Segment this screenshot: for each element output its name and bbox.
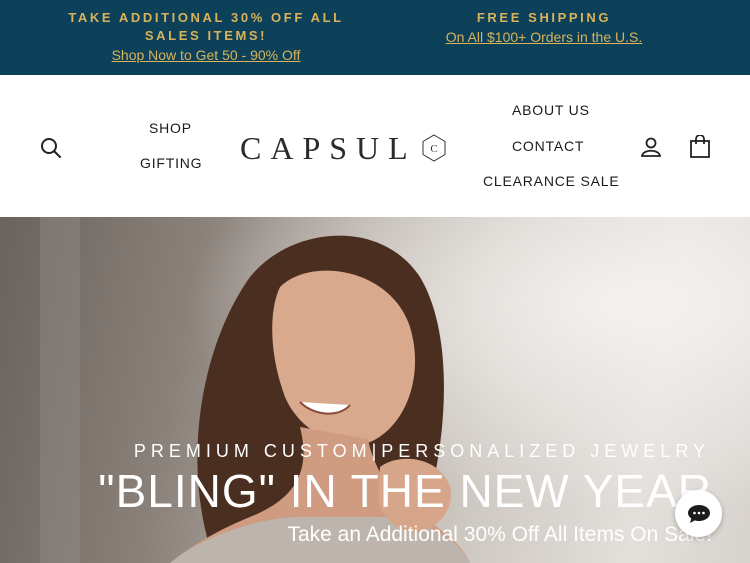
hero-title: "BLING" IN THE NEW YEAR — [98, 465, 712, 517]
sale-promo-headline: TAKE ADDITIONAL 30% OFF ALL SALES ITEMS! — [68, 10, 344, 43]
sale-promo-link[interactable]: Shop Now to Get 50 - 90% Off — [112, 46, 301, 64]
chat-bubble-icon — [687, 504, 710, 523]
shipping-promo-link[interactable]: On All $100+ Orders in the U.S. — [446, 28, 643, 46]
logo-wordmark: CAPSUL — [240, 130, 417, 166]
nav-clearance-sale[interactable]: CLEARANCE SALE — [483, 173, 619, 189]
cart-icon[interactable] — [689, 134, 711, 164]
search-icon[interactable] — [40, 137, 62, 164]
logo-mark-letter: C — [430, 143, 437, 155]
sale-promo: TAKE ADDITIONAL 30% OFF ALL SALES ITEMS!… — [40, 9, 372, 65]
nav-shop[interactable]: SHOP — [149, 120, 192, 136]
hero-subtitle: Take an Additional 30% Off All Items On … — [287, 523, 712, 546]
nav-about-us[interactable]: ABOUT US — [512, 102, 590, 118]
nav-contact[interactable]: CONTACT — [512, 138, 584, 154]
announcement-bar: TAKE ADDITIONAL 30% OFF ALL SALES ITEMS!… — [0, 0, 750, 75]
nav-gifting[interactable]: GIFTING — [140, 155, 202, 171]
hero-kicker: PREMIUM CUSTOM|PERSONALIZED JEWELRY — [133, 441, 710, 461]
capsul-logo[interactable]: CAPSUL C — [240, 128, 447, 168]
chat-widget-button[interactable] — [675, 490, 722, 537]
shipping-promo: FREE SHIPPING On All $100+ Orders in the… — [420, 9, 668, 47]
site-header: SHOP GIFTING CAPSUL C ABOUT US CONTACT C… — [0, 75, 750, 217]
shipping-promo-headline: FREE SHIPPING — [476, 10, 612, 25]
hero-banner[interactable]: PREMIUM CUSTOM|PERSONALIZED JEWELRY "BLI… — [0, 217, 750, 563]
account-icon[interactable] — [640, 136, 662, 163]
logo-hexagon-icon: C — [422, 134, 446, 162]
